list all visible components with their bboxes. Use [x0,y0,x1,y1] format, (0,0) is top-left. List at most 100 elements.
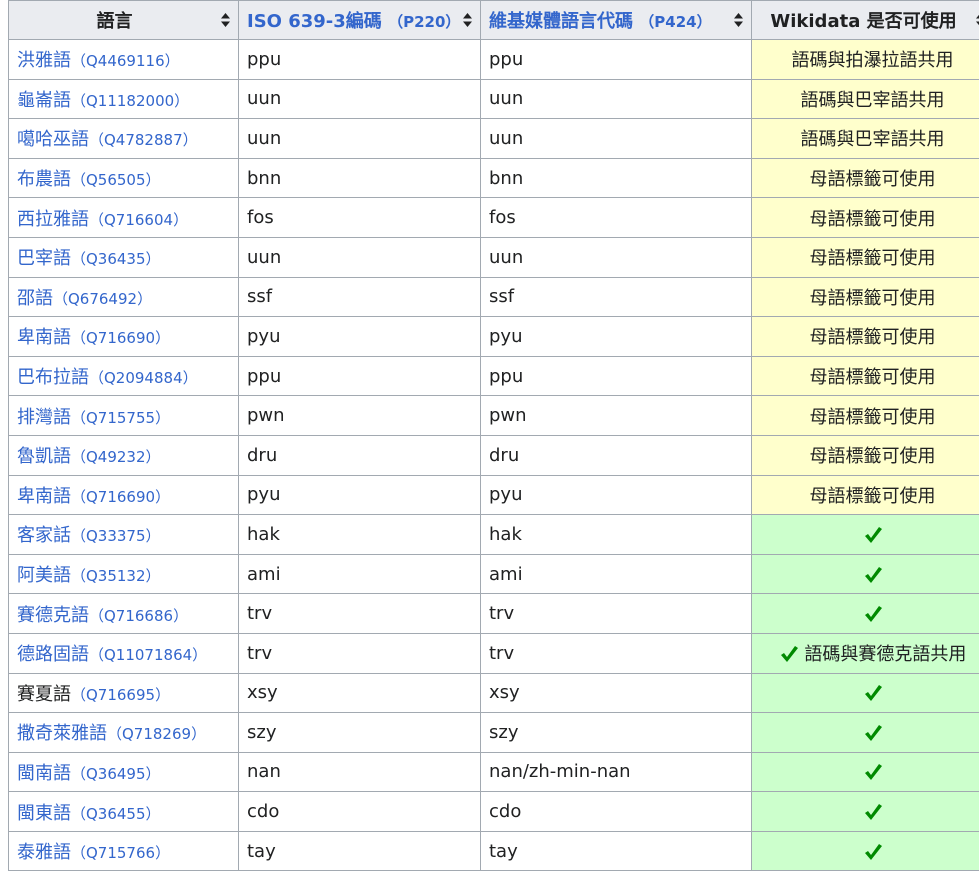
qid-link[interactable]: （Q4782887） [89,131,198,149]
language-cell: 卑南語（Q716690） [9,317,239,357]
language-link[interactable]: 閩東語 [17,803,71,824]
wiki-code-cell: xsy [481,673,752,713]
check-icon [779,641,799,666]
qid-link[interactable]: （Q2094884） [89,369,198,387]
qid-link[interactable]: （Q36455） [71,805,161,823]
language-link[interactable]: 賽夏語 [17,684,71,705]
language-link[interactable]: 閩南語 [17,763,71,784]
language-link[interactable]: 巴宰語 [17,248,71,269]
language-link[interactable]: 巴布拉語 [17,367,89,388]
qid-link[interactable]: （Q715766） [71,844,170,862]
iso-code-cell: ppu [239,40,481,80]
usable-note: 母語標籤可使用 [810,407,936,428]
qid-link[interactable]: （Q716695） [71,686,170,704]
usable-cell: 母語標籤可使用 [752,356,979,396]
usable-cell [752,792,979,832]
language-link[interactable]: 客家話 [17,525,71,546]
usable-cell [752,515,979,555]
iso-code-cell: nan [239,752,481,792]
language-link[interactable]: 布農語 [17,169,71,190]
language-cell: 閩南語（Q36495） [9,752,239,792]
language-link[interactable]: 邵語 [17,288,53,309]
language-link[interactable]: 阿美語 [17,565,71,586]
language-link[interactable]: 德路固語 [17,644,89,665]
header-wiki-code-pid[interactable]: （P424） [639,13,711,31]
header-wiki-code[interactable]: 維基媒體語言代碼 （P424） [481,1,752,40]
usable-note: 語碼與拍瀑拉語共用 [792,50,954,71]
header-usable[interactable]: Wikidata 是否可使用 [752,1,979,40]
header-iso-link[interactable]: ISO 639-3編碼 [247,11,382,32]
language-link[interactable]: 噶哈巫語 [17,129,89,150]
header-language[interactable]: 語言 [9,1,239,40]
wiki-code-cell: cdo [481,792,752,832]
table-row: 西拉雅語（Q716604）fosfos母語標籤可使用 [9,198,979,238]
iso-code-cell: dru [239,435,481,475]
language-cell: 閩東語（Q36455） [9,792,239,832]
header-usable-label: Wikidata 是否可使用 [770,7,956,33]
usable-cell: 語碼與巴宰語共用 [752,119,979,159]
language-cell: 排灣語（Q715755） [9,396,239,436]
language-cell: 邵語（Q676492） [9,277,239,317]
qid-link[interactable]: （Q33375） [71,527,161,545]
table-row: 阿美語（Q35132）amiami [9,554,979,594]
language-link[interactable]: 卑南語 [17,486,71,507]
iso-code-cell: tay [239,831,481,871]
sort-icon[interactable] [463,13,472,27]
language-link[interactable]: 泰雅語 [17,842,71,863]
qid-link[interactable]: （Q716690） [71,329,170,347]
usable-note: 語碼與巴宰語共用 [801,90,945,111]
qid-link[interactable]: （Q56505） [71,171,161,189]
sort-icon[interactable] [734,13,743,27]
qid-link[interactable]: （Q35132） [71,567,161,585]
iso-code-cell: pyu [239,317,481,357]
usable-note: 母語標籤可使用 [810,486,936,507]
qid-link[interactable]: （Q716604） [89,211,188,229]
iso-code-cell: hak [239,515,481,555]
qid-link[interactable]: （Q36435） [71,250,161,268]
usable-note: 母語標籤可使用 [810,248,936,269]
table-header-row: 語言 ISO 639-3編碼 （P220） 維基媒體語言代碼 （P424） Wi… [9,1,979,40]
qid-link[interactable]: （Q718269） [107,725,206,743]
table-row: 德路固語（Q11071864）trvtrv 語碼與賽德克語共用 [9,633,979,673]
wiki-code-cell: pwn [481,396,752,436]
language-link[interactable]: 卑南語 [17,327,71,348]
language-link[interactable]: 排灣語 [17,407,71,428]
language-link[interactable]: 西拉雅語 [17,209,89,230]
language-link[interactable]: 賽德克語 [17,605,89,626]
iso-code-cell: fos [239,198,481,238]
qid-link[interactable]: （Q716686） [89,607,188,625]
language-cell: 龜崙語（Q11182000） [9,79,239,119]
table-row: 卑南語（Q716690）pyupyu母語標籤可使用 [9,475,979,515]
usable-note: 語碼與賽德克語共用 [804,644,966,665]
table-row: 龜崙語（Q11182000）uunuun語碼與巴宰語共用 [9,79,979,119]
qid-link[interactable]: （Q716690） [71,488,170,506]
header-wiki-code-link[interactable]: 維基媒體語言代碼 [489,11,633,32]
language-cell: 賽德克語（Q716686） [9,594,239,634]
language-link[interactable]: 撒奇萊雅語 [17,723,107,744]
usable-cell: 母語標籤可使用 [752,475,979,515]
qid-link[interactable]: （Q11071864） [89,646,207,664]
language-cell: 巴宰語（Q36435） [9,237,239,277]
language-link[interactable]: 洪雅語 [17,50,71,71]
header-iso[interactable]: ISO 639-3編碼 （P220） [239,1,481,40]
usable-note: 語碼與巴宰語共用 [801,129,945,150]
check-icon [863,680,883,705]
qid-link[interactable]: （Q11182000） [71,92,189,110]
language-link[interactable]: 魯凱語 [17,446,71,467]
check-icon [863,562,883,587]
qid-link[interactable]: （Q36495） [71,765,161,783]
wiki-code-cell: szy [481,713,752,753]
table-row: 卑南語（Q716690）pyupyu母語標籤可使用 [9,317,979,357]
qid-link[interactable]: （Q676492） [53,290,152,308]
header-iso-pid[interactable]: （P220） [388,13,460,31]
language-link[interactable]: 龜崙語 [17,90,71,111]
wiki-code-cell: ppu [481,40,752,80]
sort-icon[interactable] [221,13,230,27]
qid-link[interactable]: （Q49232） [71,448,161,466]
iso-code-cell: bnn [239,158,481,198]
iso-code-cell: ami [239,554,481,594]
usable-note: 母語標籤可使用 [810,327,936,348]
language-cell: 卑南語（Q716690） [9,475,239,515]
qid-link[interactable]: （Q4469116） [71,52,180,70]
qid-link[interactable]: （Q715755） [71,409,170,427]
